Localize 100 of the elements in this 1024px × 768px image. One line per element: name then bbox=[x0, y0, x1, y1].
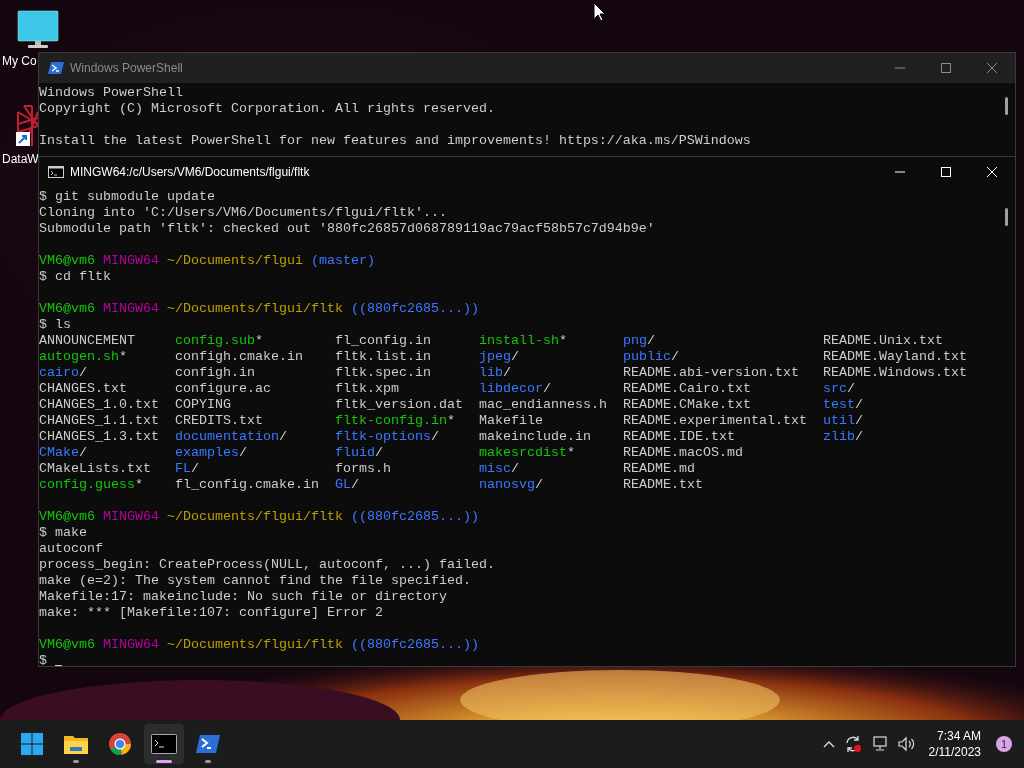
file-name: configh.cmake.in bbox=[175, 349, 303, 365]
file-name: README.macOS.md bbox=[623, 445, 743, 461]
file-name: public/ bbox=[623, 349, 679, 365]
file-name: CHANGES.txt bbox=[39, 381, 127, 397]
powershell-icon bbox=[48, 61, 64, 75]
file-name: FL/ bbox=[175, 461, 199, 477]
terminal-line: Windows PowerShell bbox=[39, 85, 183, 101]
prompt-path-text: ~/Documents/flgui/fltk bbox=[167, 301, 343, 317]
file-name: fltk-config.in* bbox=[335, 413, 455, 429]
file-name: README.CMake.txt bbox=[623, 397, 751, 413]
file-name: README.experimental.txt bbox=[623, 413, 807, 429]
file-name: nanosvg/ bbox=[479, 477, 543, 493]
file-name: config.guess* bbox=[39, 477, 143, 493]
clock[interactable]: 7:34 AM 2/11/2023 bbox=[928, 728, 981, 760]
terminal-line: $ git submodule update bbox=[39, 189, 215, 205]
file-name: mac_endianness.h bbox=[479, 397, 607, 413]
file-name: README.md bbox=[623, 461, 695, 477]
file-name: README.txt bbox=[623, 477, 703, 493]
prompt-branch-text: ((880fc2685...)) bbox=[350, 637, 479, 653]
file-name: util/ bbox=[823, 413, 863, 429]
file-name: fltk.list.in bbox=[335, 349, 431, 365]
file-name: Makefile bbox=[479, 413, 543, 429]
terminal-line: Makefile:17: makeinclude: No such file or directory bbox=[39, 589, 447, 605]
file-name: fl_config.cmake.in bbox=[175, 477, 319, 493]
windows-logo-icon bbox=[20, 732, 44, 756]
file-name: lib/ bbox=[479, 365, 511, 381]
file-name: makeinclude.in bbox=[479, 429, 591, 445]
network-icon[interactable] bbox=[870, 736, 889, 752]
prompt-branch-text: ((880fc2685...)) bbox=[350, 509, 479, 525]
terminal-line: autoconf bbox=[39, 541, 103, 557]
file-name: fltk.xpm bbox=[335, 381, 399, 397]
prompt-shell-text: MINGW64 bbox=[103, 301, 159, 317]
prompt-branch-text: ((880fc2685...)) bbox=[350, 301, 479, 317]
prompt-user-text: VM6@vm6 bbox=[39, 509, 95, 525]
notification-badge[interactable]: 1 bbox=[996, 736, 1012, 752]
file-name: COPYING bbox=[175, 397, 231, 413]
file-name: fltk-options/ bbox=[335, 429, 439, 445]
file-name: fl_config.in bbox=[335, 333, 431, 349]
prompt-shell-text: MINGW64 bbox=[103, 253, 159, 269]
terminal-line: make: *** [Makefile:107: configure] Error 2 bbox=[39, 605, 383, 621]
file-name: CMake/ bbox=[39, 445, 87, 461]
file-name: CHANGES_1.0.txt bbox=[39, 397, 159, 413]
prompt-path-text: ~/Documents/flgui/fltk bbox=[167, 637, 343, 653]
file-name: CMakeLists.txt bbox=[39, 461, 151, 477]
file-name: install-sh* bbox=[479, 333, 567, 349]
file-name: CHANGES_1.1.txt bbox=[39, 413, 159, 429]
file-name: config.sub* bbox=[175, 333, 263, 349]
file-name: src/ bbox=[823, 381, 855, 397]
folder-icon bbox=[63, 733, 89, 755]
file-name: README.Cairo.txt bbox=[623, 381, 751, 397]
maximize-icon bbox=[941, 167, 951, 177]
file-name: README.Wayland.txt bbox=[823, 349, 967, 365]
file-name: zlib/ bbox=[823, 429, 863, 445]
chevron-up-icon[interactable] bbox=[822, 740, 835, 748]
console-icon bbox=[151, 734, 177, 754]
prompt-user-text: VM6@vm6 bbox=[39, 301, 95, 317]
desktop-icon-label[interactable]: DataW bbox=[0, 150, 39, 168]
close-icon bbox=[987, 63, 997, 73]
desktop-icon-label[interactable]: My Co bbox=[0, 52, 37, 70]
scrollbar-thumb[interactable] bbox=[1005, 97, 1008, 115]
file-name: libdecor/ bbox=[479, 381, 551, 397]
file-name: png/ bbox=[623, 333, 655, 349]
file-name: fltk_version.dat bbox=[335, 397, 463, 413]
file-name: README.abi-version.txt bbox=[623, 365, 799, 381]
file-name: jpeg/ bbox=[479, 349, 519, 365]
file-name: configh.in bbox=[175, 365, 255, 381]
file-name: fltk.spec.in bbox=[335, 365, 431, 381]
terminal-line: Install the latest PowerShell for new features and improvements! https://aka.ms/PSWindows bbox=[39, 133, 751, 149]
volume-icon[interactable] bbox=[897, 736, 916, 752]
file-name: README.Unix.txt bbox=[823, 333, 943, 349]
mouse-pointer-icon bbox=[593, 2, 606, 22]
taskbar-app-button[interactable] bbox=[144, 724, 184, 764]
scrollbar-thumb[interactable] bbox=[1005, 208, 1008, 226]
monitor-icon bbox=[16, 10, 60, 50]
sync-alert-icon[interactable] bbox=[843, 735, 862, 753]
window-title: MINGW64:/c/Users/VM6/Documents/flgui/fltk bbox=[70, 164, 311, 181]
file-name: GL/ bbox=[335, 477, 359, 493]
prompt-shell-text: MINGW64 bbox=[103, 637, 159, 653]
prompt-shell-text: MINGW64 bbox=[103, 509, 159, 525]
file-name: examples/ bbox=[175, 445, 247, 461]
prompt-user-text: VM6@vm6 bbox=[39, 637, 95, 653]
file-name: CREDITS.txt bbox=[175, 413, 263, 429]
window-title: Windows PowerShell bbox=[70, 60, 184, 77]
wireframe-shortcut-icon bbox=[16, 104, 38, 148]
maximize-icon bbox=[941, 63, 951, 73]
terminal-line: make (e=2): The system cannot find the file specified. bbox=[39, 573, 471, 589]
file-name: README.Windows.txt bbox=[823, 365, 967, 381]
close-icon bbox=[987, 167, 997, 177]
prompt-branch-text: (master) bbox=[311, 253, 375, 269]
terminal-line: $ make bbox=[39, 525, 87, 541]
file-name: README.IDE.txt bbox=[623, 429, 735, 445]
file-name: cairo/ bbox=[39, 365, 87, 381]
prompt-path-text: ~/Documents/flgui bbox=[167, 253, 303, 269]
file-name: autogen.sh* bbox=[39, 349, 127, 365]
terminal-line: Submodule path 'fltk': checked out '880fc26857d068789119ac79acf58b57c7d94b9e' bbox=[39, 221, 655, 237]
prompt-sign: $ bbox=[39, 653, 47, 666]
file-name: documentation/ bbox=[175, 429, 287, 445]
terminal-line: $ ls bbox=[39, 317, 71, 333]
prompt-path-text: ~/Documents/flgui/fltk bbox=[167, 509, 343, 525]
browser-icon bbox=[108, 732, 132, 756]
